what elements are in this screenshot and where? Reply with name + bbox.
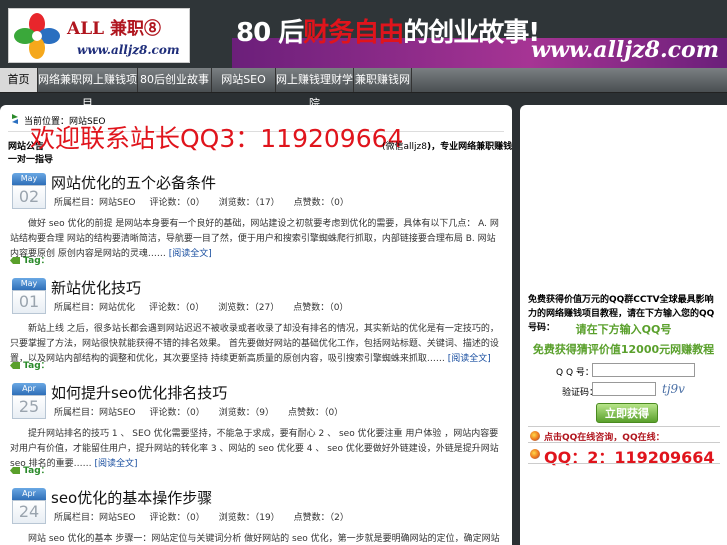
nav-item-jobs[interactable]: 兼职赚钱网: [354, 68, 412, 92]
header-slogan: 80 后财务自由的创业故事!: [236, 12, 540, 49]
calendar-icon: Apr 24: [12, 488, 46, 524]
slogan-highlight: 财务自由: [303, 18, 404, 48]
post-tag-label: Tag：: [23, 466, 50, 476]
sidebar: 免费获得价值万元的QQ群CCTV全球最具影响力的网络赚钱项目教程，请在下方输入您…: [520, 105, 727, 545]
main-content: 当前位置：网站SEO 网站公告 欢迎联系站长QQ3：119209664 (微信a…: [0, 105, 512, 545]
post-tag-label: Tag：: [23, 256, 50, 266]
sidebar-hint: 请在下方输入QQ号: [575, 323, 672, 336]
post-month: Apr: [12, 383, 46, 395]
qq-input[interactable]: [592, 363, 695, 377]
post-meta: 所属栏目：网站SEO 评论数：（0） 浏览数：（9） 点赞数：（0）: [54, 405, 357, 418]
main-nav: 首页 网络兼职网上赚钱项目 80后创业故事 网站SEO 网上赚钱理财学院 兼职赚…: [0, 68, 727, 110]
location-icon: [12, 114, 18, 124]
notice-contact: 欢迎联系站长QQ3：119209664: [30, 124, 404, 153]
post-meta: 所属栏目：网站SEO 评论数：（0） 浏览数：（19） 点赞数：（2）: [54, 510, 363, 523]
post-title[interactable]: 网站优化的五个必备条件: [51, 172, 216, 193]
post-likes: 点赞数：（2）: [293, 513, 349, 523]
read-more-link[interactable]: [阅读全文]: [169, 249, 212, 259]
post-day: 24: [12, 500, 46, 524]
qq-icon: [530, 431, 540, 441]
post-month: Apr: [12, 488, 46, 500]
post-tag-label: Tag：: [23, 361, 50, 371]
post-comments: 评论数：（0）: [149, 303, 205, 313]
post-tag[interactable]: Tag：: [10, 253, 90, 266]
notice-wechat-after: )，专业网络兼职赚钱创业导师: [426, 142, 512, 152]
post-likes: 点赞数：（0）: [293, 198, 349, 208]
qq-label: Q Q 号：: [556, 368, 594, 378]
site-header: ALL 兼职⑧ www.alljz8.com 80 后财务自由的创业故事! ww…: [0, 0, 727, 68]
post-category[interactable]: 所属栏目：网站SEO: [54, 408, 135, 418]
post-excerpt-text: 网站 seo 优化的基本 步骤一：网站定位与关键词分析 做好网站的 seo 优化…: [28, 534, 500, 544]
notice-wechat-id: alljz8: [403, 142, 427, 152]
post-day: 25: [12, 395, 46, 419]
post-views: 浏览数：（27）: [218, 303, 280, 313]
post-views: 浏览数：（9）: [218, 408, 274, 418]
read-more-link[interactable]: [阅读全文]: [94, 459, 137, 469]
divider: [528, 463, 720, 464]
post-title[interactable]: seo优化的基本操作步骤: [51, 487, 212, 508]
post-category[interactable]: 所属栏目：网站SEO: [54, 513, 135, 523]
captcha-input[interactable]: [592, 382, 656, 396]
nav-item-finance[interactable]: 网上赚钱理财学院: [276, 68, 354, 110]
post-views: 浏览数：（17）: [218, 198, 280, 208]
sidebar-offer: 免费获得猜评价值12000元网赚教程: [532, 343, 715, 356]
calendar-icon: May 02: [12, 173, 46, 209]
qq-icon: [530, 449, 540, 459]
tag-icon: [10, 257, 20, 264]
post-tag[interactable]: Tag：: [10, 358, 90, 371]
post-day: 02: [12, 185, 46, 209]
post-title[interactable]: 新站优化技巧: [51, 277, 141, 298]
calendar-icon: Apr 25: [12, 383, 46, 419]
post-comments: 评论数：（0）: [149, 198, 205, 208]
flower-logo-icon: [14, 13, 60, 59]
notice-wechat-pre: (微信: [382, 142, 404, 152]
slogan-pre: 80 后: [236, 18, 304, 48]
post-meta: 所属栏目：网站优化 评论数：（0） 浏览数：（27） 点赞数：（0）: [54, 300, 362, 313]
post-views: 浏览数：（19）: [218, 513, 280, 523]
tag-icon: [10, 467, 20, 474]
post-likes: 点赞数：（0）: [293, 303, 349, 313]
logo-name: ALL 兼职⑧: [67, 19, 162, 39]
post-title[interactable]: 如何提升seo优化排名技巧: [51, 382, 227, 403]
logo-url: www.alljz8.com: [77, 43, 180, 57]
nav-item-stories[interactable]: 80后创业故事: [138, 68, 212, 92]
post-category[interactable]: 所属栏目：网站SEO: [54, 198, 135, 208]
post-excerpt: 网站 seo 优化的基本 步骤一：网站定位与关键词分析 做好网站的 seo 优化…: [10, 532, 504, 545]
divider: [528, 442, 720, 443]
notice-line2: 一对一指导: [8, 155, 54, 165]
read-more-link[interactable]: [阅读全文]: [448, 354, 491, 364]
post-month: May: [12, 173, 46, 185]
nav-item-part-time[interactable]: 网络兼职网上赚钱项目: [38, 68, 138, 110]
post-day: 01: [12, 290, 46, 314]
post-month: May: [12, 278, 46, 290]
notice-wechat: (微信alljz8)，专业网络兼职赚钱创业导师: [382, 139, 512, 152]
post-tag[interactable]: Tag：: [10, 463, 90, 476]
tag-icon: [10, 362, 20, 369]
post-likes: 点赞数：（0）: [287, 408, 344, 418]
site-logo[interactable]: ALL 兼职⑧ www.alljz8.com: [8, 8, 190, 63]
post-meta: 所属栏目：网站SEO 评论数：（0） 浏览数：（17） 点赞数：（0）: [54, 195, 363, 208]
slogan-post: 的创业故事!: [403, 18, 540, 48]
captcha-image[interactable]: tj9v: [662, 382, 685, 396]
post-category[interactable]: 所属栏目：网站优化: [54, 303, 135, 313]
band-url: www.alljz8.com: [531, 37, 719, 63]
nav-item-seo[interactable]: 网站SEO: [212, 68, 276, 92]
divider: [528, 426, 720, 427]
qq-contact[interactable]: QQ：2：119209664: [544, 444, 715, 468]
calendar-icon: May 01: [12, 278, 46, 314]
submit-button[interactable]: 立即获得: [596, 403, 658, 423]
post-comments: 评论数：（0）: [149, 513, 205, 523]
post-comments: 评论数：（0）: [149, 408, 205, 418]
nav-item-home[interactable]: 首页: [0, 68, 38, 92]
